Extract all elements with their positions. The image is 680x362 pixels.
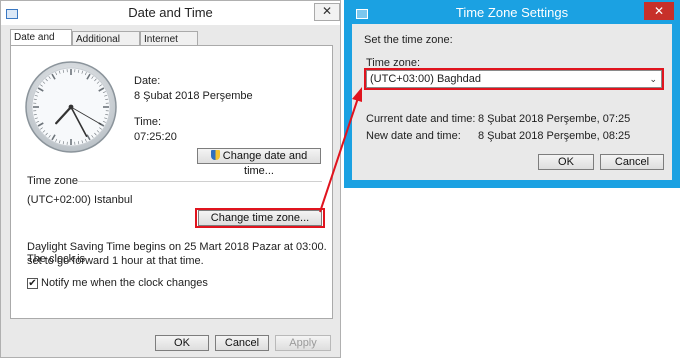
annotation-arrow [319, 87, 362, 213]
